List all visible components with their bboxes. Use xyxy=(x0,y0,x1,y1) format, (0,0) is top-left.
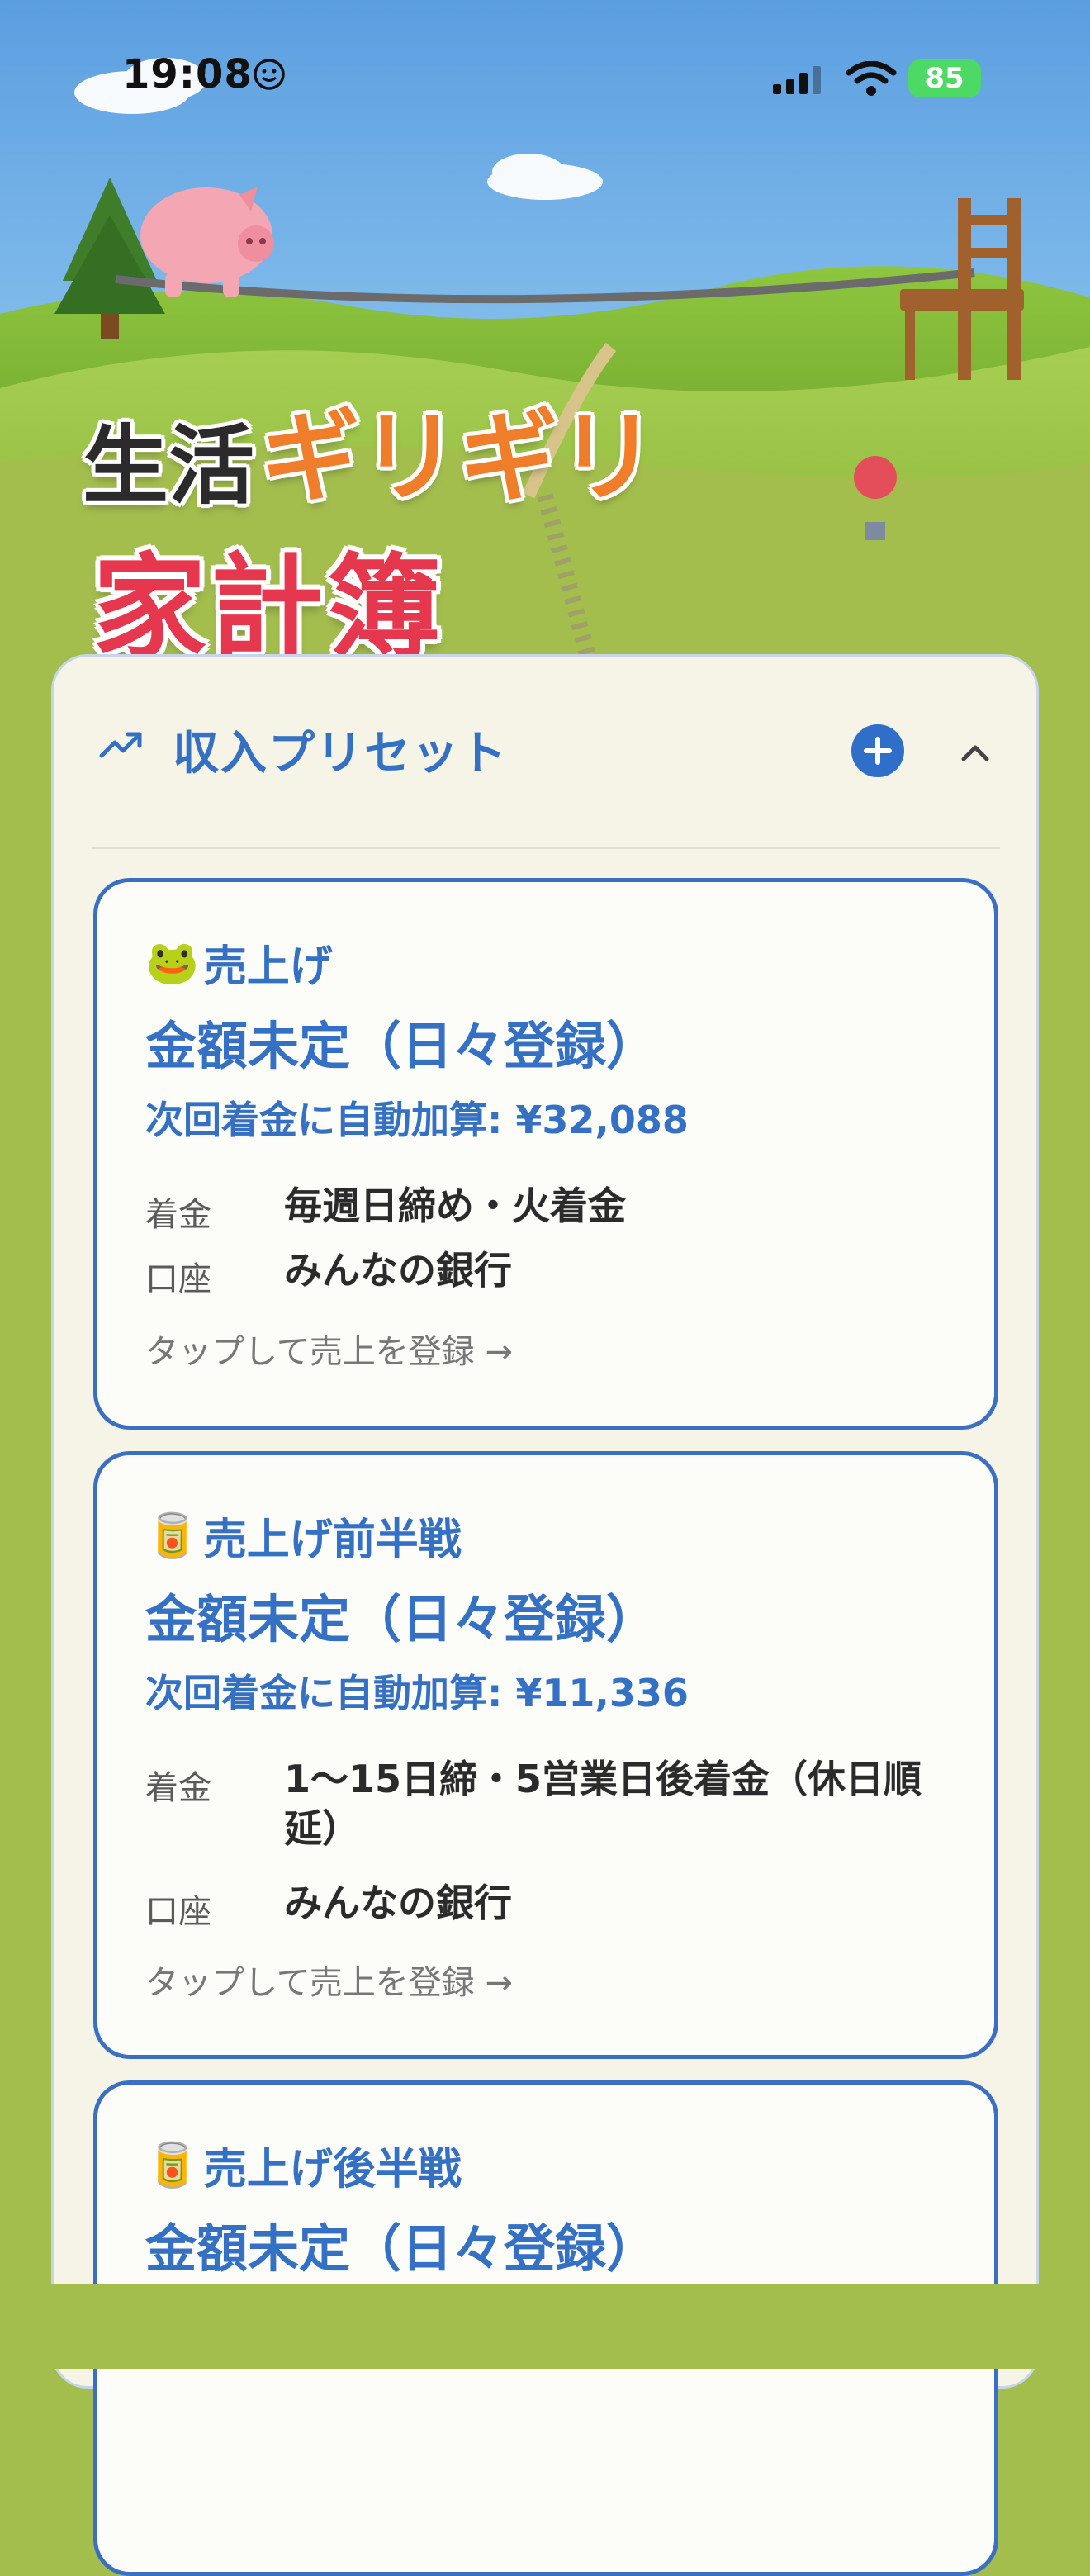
tap-to-register-hint: タップして売上を登録 → xyxy=(145,1964,514,2002)
preset-amount: 金額未定（日々登録） xyxy=(145,1016,658,1076)
battery-indicator: 85 xyxy=(908,59,981,97)
preset-name: 🥫 売上げ後半戦 xyxy=(145,2134,462,2196)
panel-title: 収入プリセット xyxy=(173,727,508,780)
bottom-grass xyxy=(0,2284,1090,2369)
deposit-rule: 1〜15日締・5営業日後着金（休日順延） xyxy=(284,1757,922,1851)
preset-name: 🥫 売上げ前半戦 xyxy=(145,1505,462,1567)
account-name: みんなの銀行 xyxy=(284,1248,512,1293)
app-title: 生活 ギリギリ xyxy=(83,401,657,520)
focus-smiley-icon xyxy=(254,59,285,90)
account-name: みんなの銀行 xyxy=(284,1881,512,1925)
deposit-label: 着金 xyxy=(145,1769,211,1807)
preset-amount: 金額未定（日々登録） xyxy=(145,2218,658,2279)
preset-card[interactable]: 🐸 売上げ 金額未定（日々登録） 次回着金に自動加算: ¥32,088 着金 毎… xyxy=(93,878,998,1430)
income-preset-panel: 収入プリセット 🐸 売上げ 金額未定（日々登録） 次回着金に自動加算: ¥32,… xyxy=(51,654,1039,2576)
tap-to-register-hint: タップして売上を登録 → xyxy=(145,1333,514,1371)
preset-next-deposit: 次回着金に自動加算: ¥11,336 xyxy=(145,1671,689,1715)
chevron-up-icon xyxy=(961,745,989,761)
account-label: 口座 xyxy=(145,1260,211,1298)
collapse-panel-button[interactable] xyxy=(945,723,1005,782)
deposit-label: 着金 xyxy=(145,1196,211,1234)
panel-divider xyxy=(92,847,1000,849)
trending-up-icon xyxy=(99,732,142,758)
can-icon: 🥫 xyxy=(145,1511,199,1561)
add-preset-button[interactable] xyxy=(851,724,904,777)
panel-header: 収入プリセット xyxy=(54,657,1036,848)
preset-name-label: 売上げ後半戦 xyxy=(203,2145,462,2194)
cellular-signal-icon xyxy=(773,66,821,94)
deposit-rule: 毎週日締め・火着金 xyxy=(284,1184,626,1228)
wifi-icon xyxy=(846,61,897,96)
can-icon: 🥫 xyxy=(145,2141,199,2190)
account-label: 口座 xyxy=(145,1893,211,1931)
preset-next-deposit: 次回着金に自動加算: ¥32,088 xyxy=(145,1098,689,1142)
preset-name-label: 売上げ xyxy=(203,942,333,992)
frog-icon: 🐸 xyxy=(145,938,199,988)
preset-name: 🐸 売上げ xyxy=(145,932,333,994)
app-title-part2: ギリギリ xyxy=(261,401,658,515)
plus-circle-icon xyxy=(864,737,892,765)
app-title-part1: 生活 xyxy=(83,415,255,516)
preset-amount: 金額未定（日々登録） xyxy=(145,1589,658,1649)
status-time: 19:08 xyxy=(122,51,253,97)
preset-card[interactable]: 🥫 売上げ前半戦 金額未定（日々登録） 次回着金に自動加算: ¥11,336 着… xyxy=(93,1451,998,2059)
preset-name-label: 売上げ前半戦 xyxy=(203,1516,462,1565)
